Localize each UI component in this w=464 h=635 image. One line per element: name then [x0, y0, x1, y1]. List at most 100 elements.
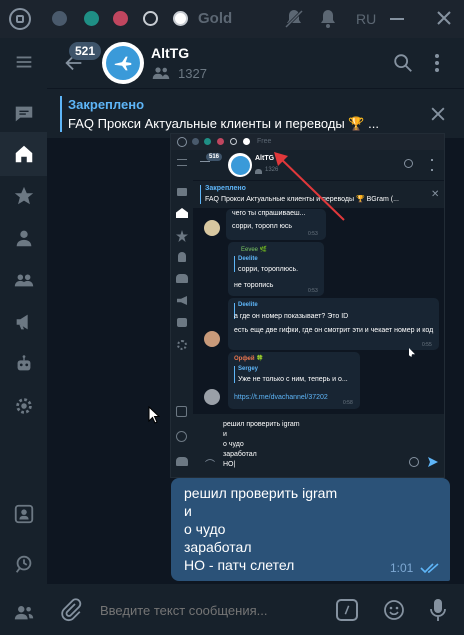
inner-menu-icon — [177, 159, 187, 166]
inner-message-4-author: Орфей 🍀 — [234, 356, 264, 362]
inner-theme-dot-pink — [217, 138, 224, 145]
mute-icon[interactable] — [282, 7, 306, 31]
jet-icon — [114, 56, 132, 71]
message-input[interactable] — [100, 600, 330, 620]
folders-sidebar — [0, 38, 47, 635]
person-folder-icon[interactable] — [0, 216, 47, 260]
close-pinned-icon[interactable] — [428, 104, 448, 124]
bot-commands-icon[interactable] — [336, 599, 358, 621]
theme-dot-white[interactable] — [173, 11, 188, 26]
inner-message-4: Орфей 🍀 Sergey Уже не только с ним, тепе… — [228, 352, 360, 409]
outgoing-line-2: и — [184, 503, 192, 519]
inner-message-2-reply-text: сорри, тороплюсь. — [238, 266, 299, 273]
menu-icon[interactable] — [0, 40, 47, 84]
app-logo-icon — [9, 8, 31, 30]
inner-contact-card-icon — [176, 406, 187, 417]
contacts-icon[interactable] — [0, 590, 47, 634]
chat-name[interactable]: AltTG — [151, 45, 189, 61]
pinned-accent-line — [60, 96, 62, 132]
contact-card-icon[interactable] — [0, 492, 47, 536]
inner-message-2-text: не торопись — [234, 282, 274, 289]
home-folder-icon[interactable] — [0, 132, 47, 176]
search-icon[interactable] — [392, 52, 414, 74]
close-window-button[interactable] — [432, 6, 456, 30]
theme-dot-teal[interactable] — [84, 11, 99, 26]
theme-dot-pink[interactable] — [113, 11, 128, 26]
settings-folder-icon[interactable] — [0, 384, 47, 428]
inner-composer-text: решил проверить igram и о чудо заработал… — [223, 420, 373, 470]
more-menu-icon[interactable] — [433, 51, 447, 75]
channels-folder-icon[interactable] — [0, 300, 47, 344]
inner-message-2: Eevee 🌿 Deelite сорри, тороплюсь. не тор… — [228, 242, 324, 296]
inner-groups-icon — [176, 274, 188, 283]
inner-theme-dot-dark — [230, 138, 237, 145]
inner-avatar-3 — [204, 389, 220, 405]
inner-composer: решил проверить igram и о чудо заработал… — [193, 414, 444, 477]
annotation-arrow-icon — [274, 152, 345, 221]
inner-chats-icon — [177, 188, 187, 196]
inner-avatar-2 — [204, 331, 220, 347]
outgoing-line-4: заработал — [184, 539, 252, 555]
pinned-message-bar[interactable]: Закреплено FAQ Прокси Актуальные клиенты… — [47, 88, 464, 138]
mouse-cursor-icon — [148, 406, 160, 424]
inner-message-3-line1: а где он номер показывает? Это ID — [234, 313, 349, 320]
pinned-text: FAQ Прокси Актуальные клиенты и переводы… — [68, 116, 380, 131]
inner-pinned-label: Закреплено — [205, 185, 246, 192]
language-indicator[interactable]: RU — [356, 11, 376, 27]
inner-home-icon — [176, 208, 188, 218]
inner-bots-icon — [177, 318, 187, 327]
theme-dot-dark[interactable] — [143, 11, 158, 26]
inner-message-1-time: 0:53 — [308, 231, 318, 237]
emoji-icon[interactable] — [382, 598, 406, 622]
inner-composer-line-4: заработал — [223, 451, 257, 458]
outgoing-line-1: решил проверить igram — [184, 485, 338, 501]
inner-composer-line-1: решил проверить igram — [223, 421, 300, 428]
inner-back-arrow-icon — [200, 161, 210, 162]
inner-sidebar — [171, 150, 193, 477]
outgoing-line-3: о чудо — [184, 521, 226, 537]
members-count: 1327 — [178, 66, 207, 81]
attach-icon[interactable] — [59, 598, 83, 622]
microphone-icon[interactable] — [426, 597, 450, 623]
search-messages-icon[interactable] — [0, 542, 47, 586]
chat-header: 521 AltTG 1327 — [47, 38, 464, 88]
inner-members-icon — [255, 169, 262, 174]
inner-message-4-link: https://t.me/dvachannel/37202 — [234, 394, 328, 401]
inner-more-icon — [431, 159, 433, 171]
inner-message-4-reply-author: Sergey — [238, 366, 259, 372]
inner-theme-dot-white — [243, 138, 250, 145]
minimize-button[interactable] — [390, 18, 404, 20]
outgoing-message[interactable]: решил проверить igram и о чудо заработал… — [171, 478, 450, 581]
read-checkmarks-icon — [420, 563, 439, 574]
members-icon — [152, 66, 170, 80]
groups-folder-icon[interactable] — [0, 258, 47, 302]
inner-person-icon — [178, 252, 186, 262]
inner-message-3-line2: есть еще две гифки, где он смотрит эти и… — [234, 327, 434, 334]
inner-message-4-reply-text: Уже не только с ним, теперь и о... — [238, 376, 348, 383]
inner-message-2-reply-author: Deelite — [238, 256, 258, 262]
inner-star-icon — [176, 230, 188, 242]
inner-title-label: Free — [257, 138, 272, 145]
inner-message-3-reply-author: Deelite — [238, 302, 258, 308]
inner-avatar-1 — [204, 220, 220, 236]
inner-unread-badge: 516 — [206, 153, 223, 161]
inner-composer-line-3: о чудо — [223, 441, 244, 448]
inner-close-pinned-icon: ✕ — [431, 189, 440, 200]
inner-composer-line-5: НО| — [223, 461, 236, 468]
inner-search-messages-icon — [176, 431, 187, 442]
unread-badge: 521 — [69, 42, 102, 60]
theme-dot-gray[interactable] — [52, 11, 67, 26]
inner-theme-dot-gray — [192, 138, 199, 145]
star-folder-icon[interactable] — [0, 174, 47, 218]
bell-icon[interactable] — [316, 7, 340, 31]
inner-contacts-icon — [176, 457, 188, 466]
inner-settings-icon — [177, 340, 187, 350]
outgoing-time: 1:01 — [390, 561, 414, 575]
bots-folder-icon[interactable] — [0, 342, 47, 386]
inner-message-2-author: Eevee 🌿 — [241, 247, 268, 253]
inner-message-4-time: 0:58 — [343, 400, 353, 406]
outgoing-message-text: решил проверить igram и о чудо заработал… — [184, 484, 337, 574]
chat-avatar[interactable] — [102, 42, 144, 84]
inner-search-icon — [404, 159, 413, 168]
all-chats-icon[interactable] — [0, 92, 47, 136]
